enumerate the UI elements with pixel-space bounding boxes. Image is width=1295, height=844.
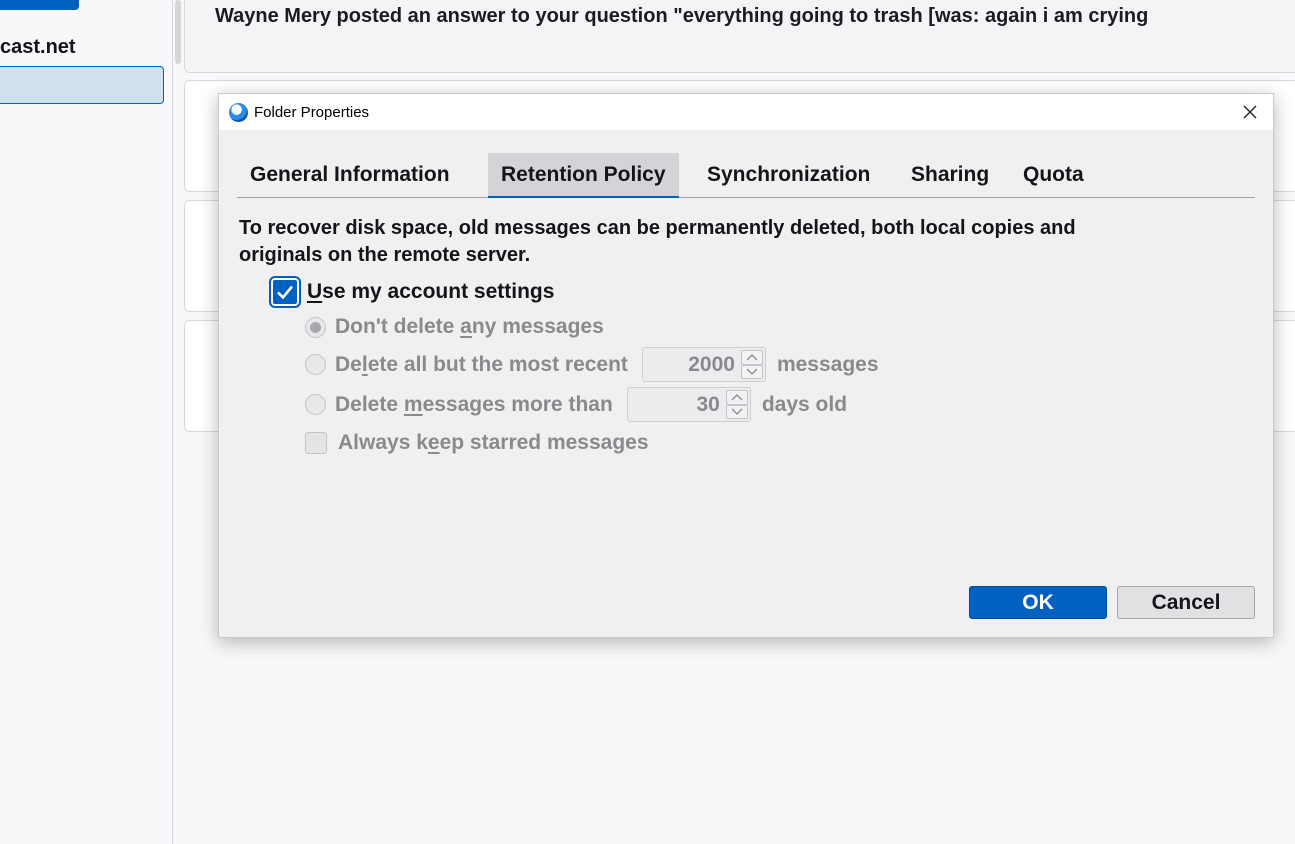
delete-older-days-value: 30 — [696, 392, 720, 416]
dialog-titlebar[interactable]: Folder Properties — [219, 94, 1273, 130]
dont-delete-radio[interactable] — [305, 316, 326, 338]
tab-sharing[interactable]: Sharing — [898, 153, 1002, 198]
spin-up-icon[interactable] — [740, 350, 763, 365]
account-label[interactable]: cast.net — [0, 36, 76, 59]
close-button[interactable] — [1227, 94, 1273, 130]
selected-folder-item[interactable] — [0, 66, 164, 104]
tab-quota[interactable]: Quota — [1010, 153, 1097, 198]
notification-card[interactable]: Wayne Mery posted an answer to your ques… — [184, 0, 1295, 73]
dialog-title: Folder Properties — [254, 104, 370, 121]
use-account-settings-label: Use my account settings — [307, 280, 555, 303]
delete-older-days-input[interactable]: 30 — [626, 387, 751, 422]
use-account-settings-checkbox[interactable] — [269, 276, 301, 308]
folder-properties-dialog: Folder Properties General Information Re… — [218, 93, 1274, 638]
scrollbar[interactable] — [175, 0, 181, 64]
keep-starred-label: Always keep starred messages — [338, 431, 649, 454]
spin-up-icon[interactable] — [725, 390, 748, 405]
radio-selected-dot — [310, 321, 321, 333]
delete-recent-count-value: 2000 — [688, 352, 735, 376]
dont-delete-label: Don't delete any messages — [335, 315, 604, 338]
delete-older-suffix: days old — [761, 392, 848, 416]
delete-older-label: Delete messages more than — [335, 392, 613, 416]
tab-retention-policy[interactable]: Retention Policy — [488, 153, 679, 198]
spin-down-icon[interactable] — [740, 364, 763, 379]
tab-synchronization[interactable]: Synchronization — [694, 153, 883, 198]
spin-buttons[interactable] — [725, 390, 748, 419]
cancel-button[interactable]: Cancel — [1117, 586, 1255, 619]
delete-recent-radio[interactable] — [305, 354, 326, 375]
delete-older-row[interactable]: Delete messages more than 30 days old — [305, 387, 847, 422]
delete-recent-count-input[interactable]: 2000 — [641, 347, 766, 382]
tab-general-information[interactable]: General Information — [237, 153, 463, 198]
spin-buttons[interactable] — [740, 350, 763, 379]
use-account-settings-label-text: se my account settings — [322, 280, 555, 303]
folder-pane: cast.net — [0, 0, 173, 844]
keep-starred-checkbox[interactable] — [305, 432, 327, 454]
keep-starred-row[interactable]: Always keep starred messages — [305, 431, 649, 455]
thunderbird-icon — [229, 103, 248, 122]
tab-bar: General Information Retention Policy Syn… — [237, 153, 1255, 198]
ok-button[interactable]: OK — [969, 586, 1107, 619]
dont-delete-row[interactable]: Don't delete any messages — [305, 315, 604, 339]
checkmark-icon — [277, 285, 294, 300]
delete-older-radio[interactable] — [305, 394, 326, 415]
close-icon — [1243, 105, 1257, 119]
delete-recent-label: Delete all but the most recent — [335, 352, 628, 376]
retention-description: To recover disk space, old messages can … — [239, 217, 1076, 266]
notification-text: Wayne Mery posted an answer to your ques… — [215, 5, 1149, 27]
delete-recent-row[interactable]: Delete all but the most recent 2000 mess… — [305, 347, 879, 382]
new-message-button[interactable] — [0, 0, 79, 10]
delete-recent-suffix: messages — [776, 352, 879, 376]
spin-down-icon[interactable] — [725, 404, 748, 419]
use-account-settings-row[interactable]: Use my account settings — [269, 276, 555, 308]
